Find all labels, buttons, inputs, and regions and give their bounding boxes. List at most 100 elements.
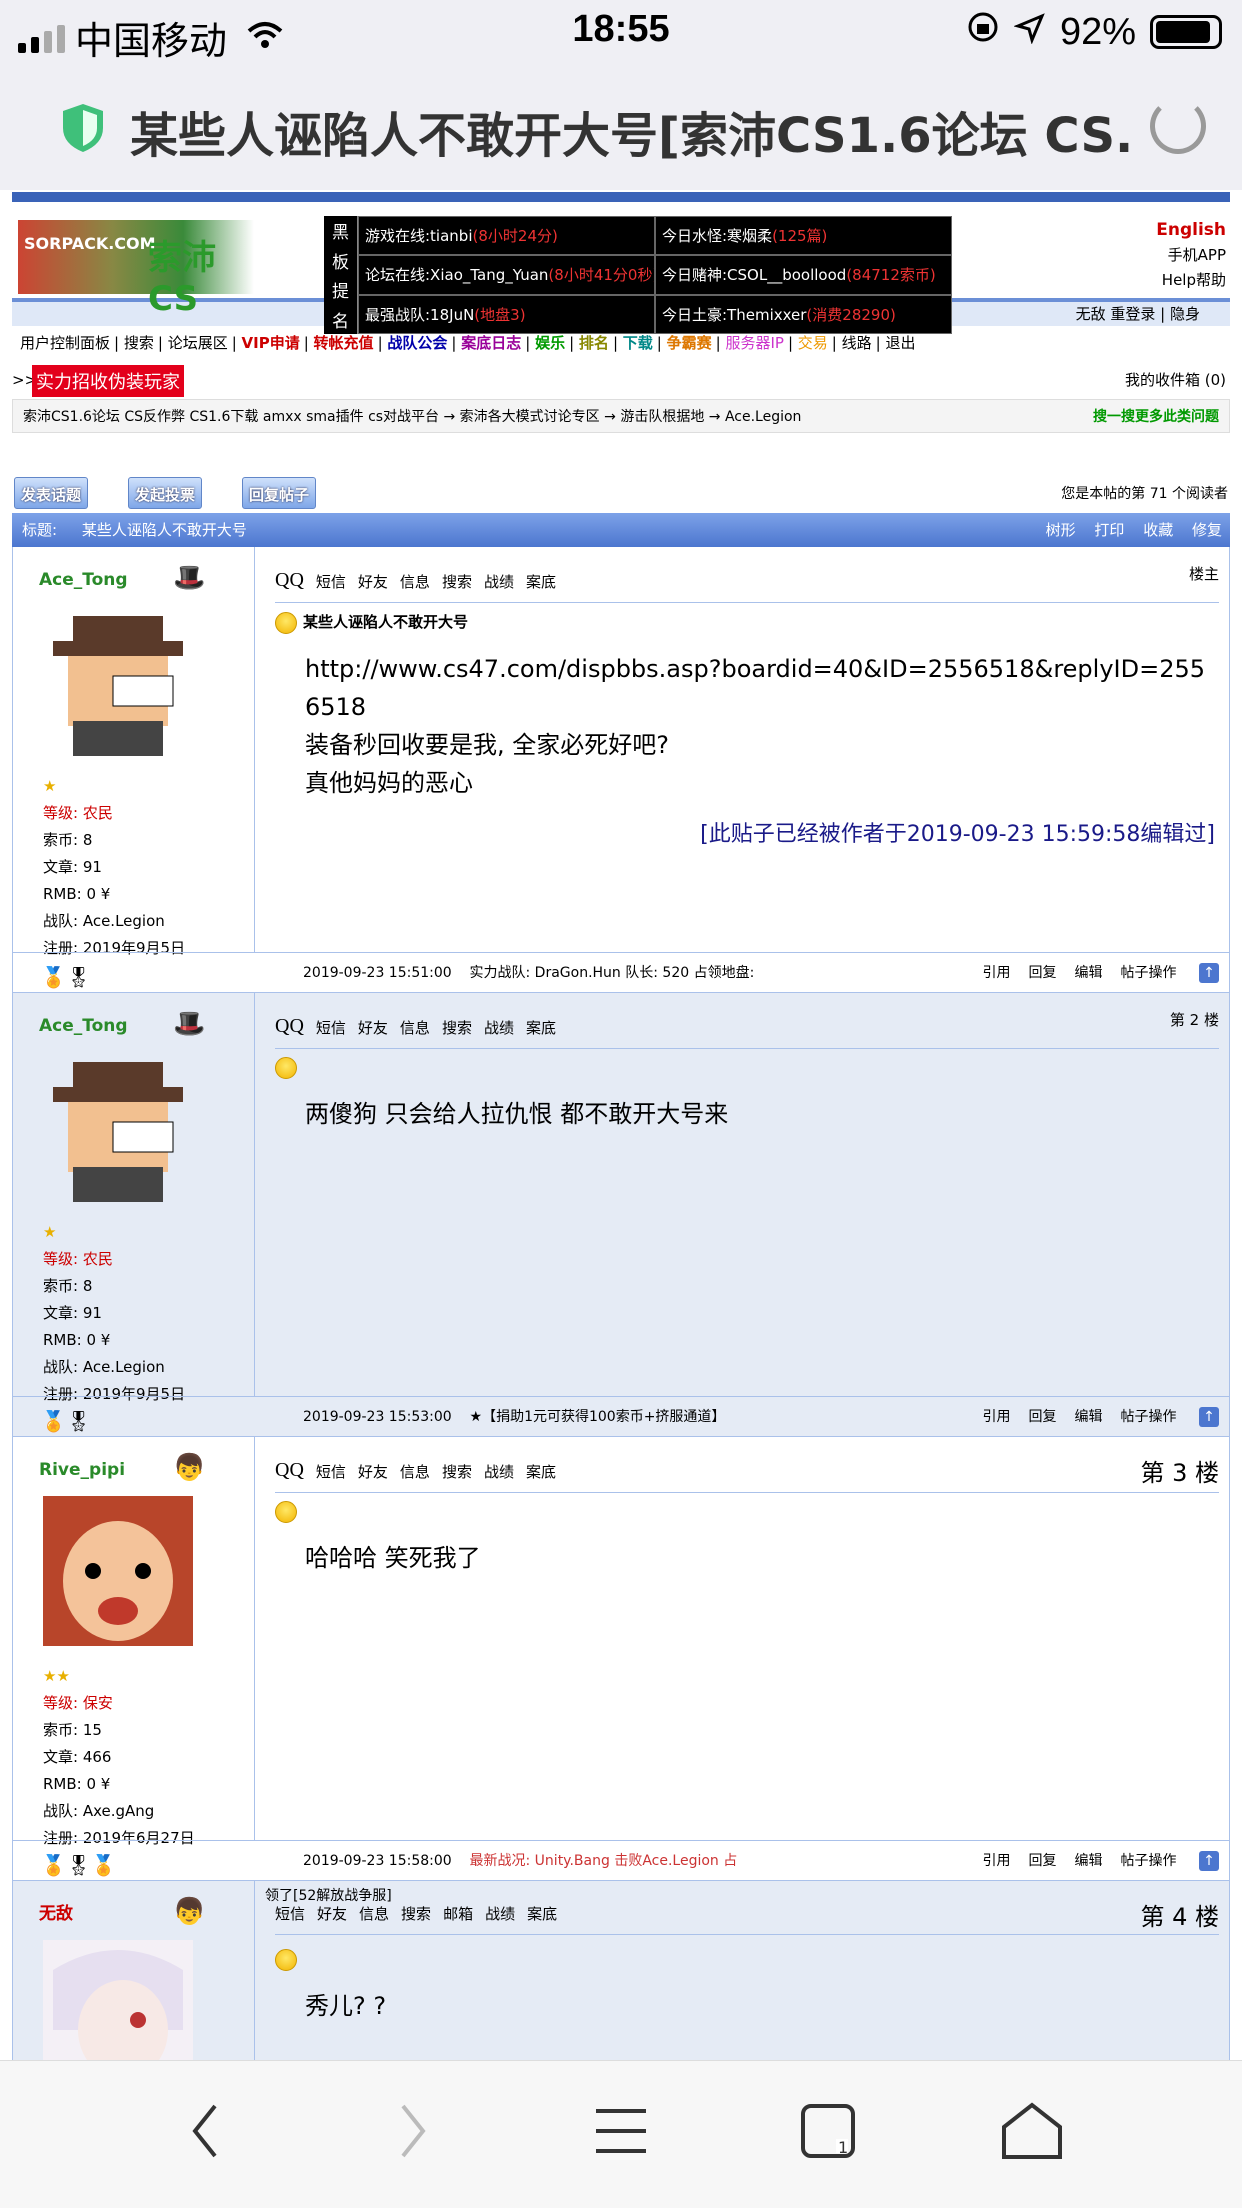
- footer-text[interactable]: ★【捐助1元可获得100索币+挤服通道】: [470, 1409, 726, 1425]
- app-link[interactable]: 手机APP: [1156, 243, 1226, 268]
- search-link[interactable]: 搜索: [442, 571, 472, 592]
- menu-icon[interactable]: [594, 2101, 648, 2177]
- page-title[interactable]: 某些人诬陷人不敢开大号[索沛CS1.6论坛 CS...: [130, 96, 1130, 166]
- user-articles: 文章: 91: [43, 1304, 102, 1322]
- search-link[interactable]: 搜索: [401, 1903, 431, 1924]
- nav-item[interactable]: 转帐充值: [314, 334, 374, 352]
- post-manage-link[interactable]: 帖子操作: [1121, 1853, 1177, 1869]
- search-more-link[interactable]: 搜一搜更多此类问题: [1093, 406, 1219, 426]
- top-arrow-icon[interactable]: ↑: [1199, 1851, 1219, 1871]
- search-link[interactable]: 搜索: [442, 1461, 472, 1482]
- edit-link[interactable]: 编辑: [1075, 1853, 1103, 1869]
- english-link[interactable]: English: [1156, 218, 1226, 243]
- reload-icon[interactable]: [1150, 98, 1206, 154]
- nav-item[interactable]: 线路: [842, 334, 872, 352]
- sms-link[interactable]: 短信: [275, 1903, 305, 1924]
- nav-item[interactable]: 战队公会: [387, 334, 447, 352]
- nav-item[interactable]: 搜索: [124, 334, 154, 352]
- case-link[interactable]: 案底: [526, 1461, 556, 1482]
- friend-link[interactable]: 好友: [358, 571, 388, 592]
- reply-link[interactable]: 回复: [1029, 965, 1057, 981]
- friend-link[interactable]: 好友: [358, 1017, 388, 1038]
- nav-item[interactable]: 争霸赛: [667, 334, 712, 352]
- info-link[interactable]: 信息: [400, 1017, 430, 1038]
- nav-item[interactable]: VIP申请: [242, 334, 300, 352]
- post-author: Ace_Tong 🎩 ★ 等级: 农民 索币: 8 文章: 91 RMB: 0 …: [13, 547, 255, 957]
- quote-link[interactable]: 引用: [983, 1409, 1011, 1425]
- friend-link[interactable]: 好友: [317, 1903, 347, 1924]
- nav-item[interactable]: 用户控制面板: [20, 334, 110, 352]
- board-cell[interactable]: 游戏在线:tianbi(8小时24分): [358, 216, 655, 256]
- repair-link[interactable]: 修复: [1192, 521, 1222, 539]
- post-manage-link[interactable]: 帖子操作: [1121, 965, 1177, 981]
- badge-text[interactable]: 领了[52解放战争服]: [265, 1885, 1219, 1905]
- nav-item[interactable]: 娱乐: [535, 334, 565, 352]
- qq-link[interactable]: QQ: [275, 1015, 304, 1038]
- board-cell[interactable]: 今日土豪:Themixxer(消费28290): [655, 294, 952, 334]
- sms-link[interactable]: 短信: [316, 1017, 346, 1038]
- post-toolbar: QQ 短信 好友 信息 搜索 战绩 案底: [275, 1447, 1219, 1493]
- tabs-icon[interactable]: 1: [798, 2101, 858, 2177]
- top-arrow-icon[interactable]: ↑: [1199, 963, 1219, 983]
- inbox-link[interactable]: 我的收件箱 (0): [1125, 369, 1226, 390]
- tree-link[interactable]: 树形: [1046, 521, 1076, 539]
- case-link[interactable]: 案底: [527, 1903, 557, 1924]
- sms-link[interactable]: 短信: [316, 571, 346, 592]
- nav-item[interactable]: 下载: [623, 334, 653, 352]
- edit-link[interactable]: 编辑: [1075, 1409, 1103, 1425]
- info-link[interactable]: 信息: [359, 1903, 389, 1924]
- post-manage-link[interactable]: 帖子操作: [1121, 1409, 1177, 1425]
- info-link[interactable]: 信息: [400, 571, 430, 592]
- board-cell[interactable]: 论坛在线:Xiao_Tang_Yuan(8小时41分0秒): [358, 255, 655, 295]
- nav-item[interactable]: 服务器IP: [725, 334, 783, 352]
- author-name[interactable]: 无敌: [39, 1901, 254, 1928]
- record-link[interactable]: 战绩: [484, 1461, 514, 1482]
- author-name[interactable]: Ace_Tong: [39, 1013, 254, 1040]
- record-link[interactable]: 战绩: [484, 571, 514, 592]
- help-link[interactable]: Help帮助: [1156, 268, 1226, 293]
- board-cell[interactable]: 最强战队:18JuN(地盘3): [358, 294, 655, 334]
- case-link[interactable]: 案底: [526, 1017, 556, 1038]
- top-arrow-icon[interactable]: ↑: [1199, 1407, 1219, 1427]
- favorite-link[interactable]: 收藏: [1143, 521, 1173, 539]
- record-link[interactable]: 战绩: [485, 1903, 515, 1924]
- new-topic-button[interactable]: 发表话题: [14, 477, 89, 509]
- user-level: 等级: 保安: [43, 1694, 113, 1712]
- reply-link[interactable]: 回复: [1029, 1409, 1057, 1425]
- browser-address-bar[interactable]: 某些人诬陷人不敢开大号[索沛CS1.6论坛 CS...: [0, 62, 1242, 190]
- case-link[interactable]: 案底: [526, 571, 556, 592]
- reply-link[interactable]: 回复: [1029, 1853, 1057, 1869]
- site-logo[interactable]: SORPACK.COM 索沛CS: [18, 220, 254, 319]
- author-name[interactable]: Ace_Tong: [39, 567, 254, 594]
- quote-link[interactable]: 引用: [983, 1853, 1011, 1869]
- breadcrumb-path[interactable]: 索沛CS1.6论坛 CS反作弊 CS1.6下载 amxx sma插件 cs对战平…: [23, 406, 953, 426]
- reply-button[interactable]: 回复帖子: [242, 477, 317, 509]
- author-name[interactable]: Rive_pipi: [39, 1457, 254, 1484]
- mail-link[interactable]: 邮箱: [443, 1903, 473, 1924]
- recruit-banner[interactable]: 实力招收伪装玩家: [32, 365, 184, 397]
- record-link[interactable]: 战绩: [484, 1017, 514, 1038]
- nav-item[interactable]: 退出: [885, 334, 915, 352]
- post-footer-line: 2019-09-23 15:58:00 最新战况: Unity.Bang 击败A…: [303, 1841, 737, 1881]
- forward-icon[interactable]: [398, 2101, 428, 2177]
- post-line[interactable]: http://www.cs47.com/dispbbs.asp?boardid=…: [305, 650, 1219, 726]
- back-icon[interactable]: [190, 2101, 220, 2177]
- home-icon[interactable]: [1000, 2101, 1064, 2177]
- edit-link[interactable]: 编辑: [1075, 965, 1103, 981]
- board-cell[interactable]: 今日赌神:CSOL__boollood(84712索币): [655, 255, 952, 295]
- info-link[interactable]: 信息: [400, 1461, 430, 1482]
- board-cell[interactable]: 今日水怪:寒烟柔(125篇): [655, 216, 952, 256]
- qq-link[interactable]: QQ: [275, 1459, 304, 1482]
- quote-link[interactable]: 引用: [983, 965, 1011, 981]
- board-cell-extra: (8小时24分): [472, 227, 558, 245]
- friend-link[interactable]: 好友: [358, 1461, 388, 1482]
- search-link[interactable]: 搜索: [442, 1017, 472, 1038]
- nav-item[interactable]: 案底日志: [461, 334, 521, 352]
- nav-item[interactable]: 排名: [579, 334, 609, 352]
- print-link[interactable]: 打印: [1094, 521, 1124, 539]
- nav-item[interactable]: 论坛展区: [168, 334, 228, 352]
- sms-link[interactable]: 短信: [316, 1461, 346, 1482]
- nav-item[interactable]: 交易: [798, 334, 828, 352]
- qq-link[interactable]: QQ: [275, 569, 304, 592]
- new-poll-button[interactable]: 发起投票: [128, 477, 203, 509]
